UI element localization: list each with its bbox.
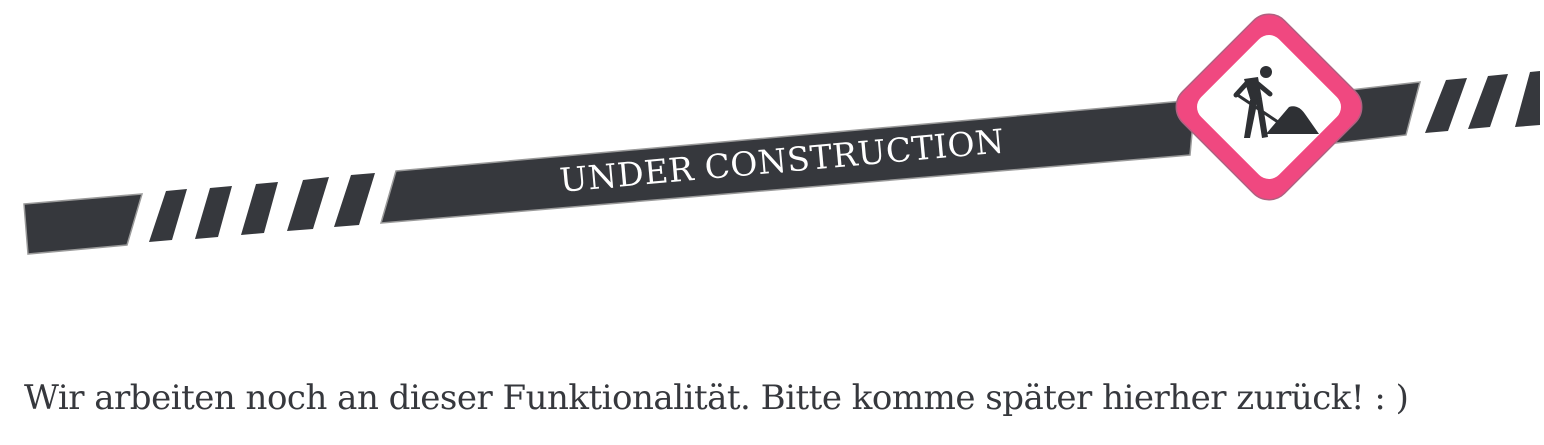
tape-end-left	[23, 193, 144, 255]
tape-stripes-left	[149, 173, 375, 242]
tape-stripes-right	[1425, 71, 1540, 133]
under-construction-banner: UNDER CONSTRUCTION	[0, 0, 1544, 300]
banner-graphic: UNDER CONSTRUCTION	[23, 13, 1540, 255]
warning-sign	[1175, 13, 1363, 201]
status-message: Wir arbeiten noch an dieser Funktionalit…	[24, 378, 1409, 418]
